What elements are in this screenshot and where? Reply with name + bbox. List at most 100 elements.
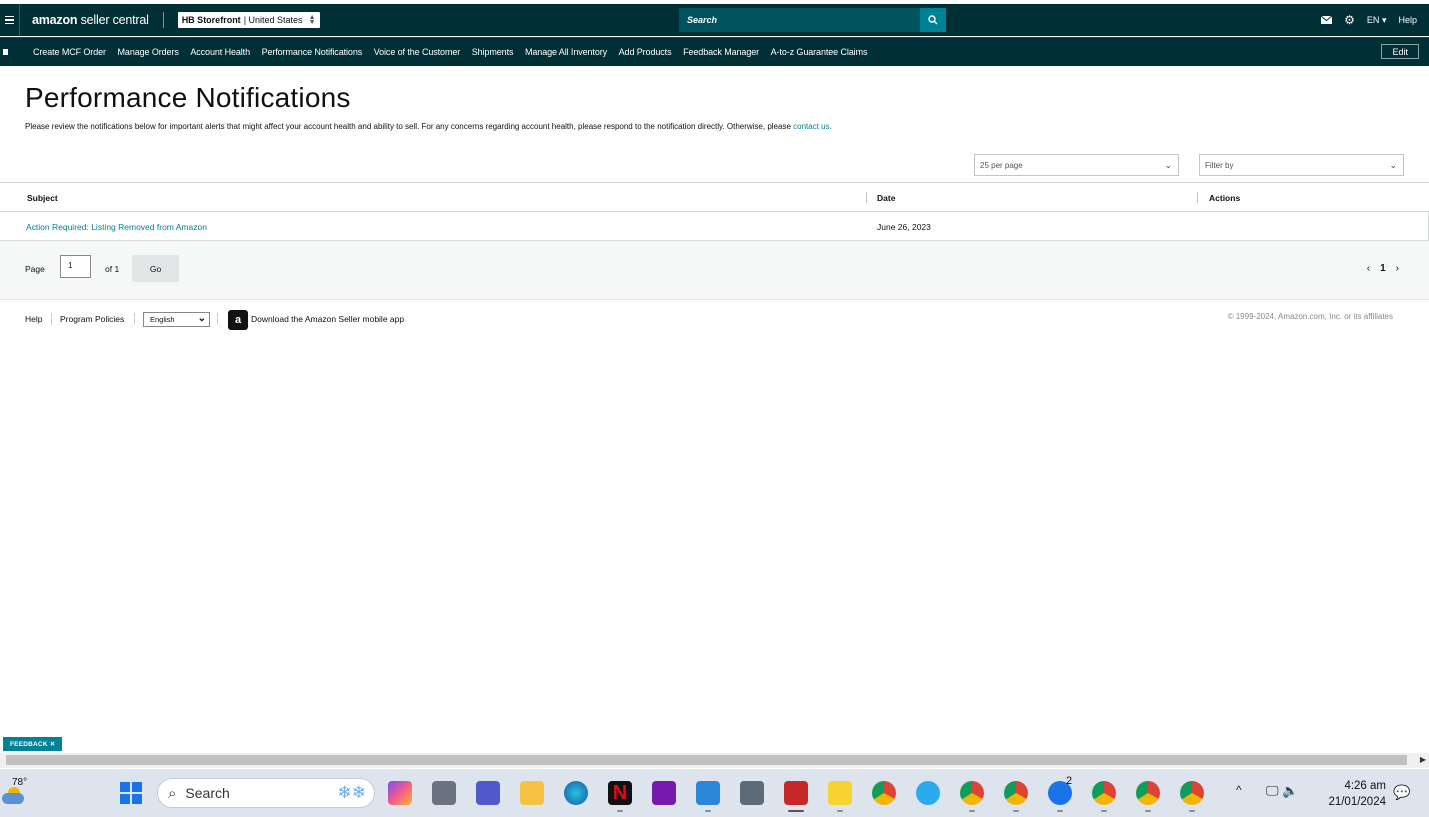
nav-item-manage-orders[interactable]: Manage Orders xyxy=(118,47,179,57)
chrome-profile-icon[interactable] xyxy=(1180,781,1204,805)
header-subject[interactable]: Subject xyxy=(27,193,58,203)
notification-subject-link[interactable]: Action Required: Listing Removed from Am… xyxy=(26,222,207,232)
edge-icon[interactable] xyxy=(564,781,588,805)
nav-item-add-products[interactable]: Add Products xyxy=(619,47,672,57)
teams-icon[interactable] xyxy=(476,781,500,805)
clock-time: 4:26 am xyxy=(1344,780,1386,792)
onenote-icon[interactable] xyxy=(652,781,676,805)
description-text: Please review the notifications below fo… xyxy=(25,122,794,131)
nav-item-voice-of-customer[interactable]: Voice of the Customer xyxy=(374,47,461,57)
table-header: Subject Date Actions xyxy=(0,183,1429,212)
task-view-icon[interactable] xyxy=(432,781,456,805)
network-volume-icon[interactable]: 🖵 🔈 xyxy=(1266,783,1298,799)
help-link[interactable]: Help xyxy=(1398,15,1417,25)
footer-language-select[interactable]: English ⌄ xyxy=(143,312,210,327)
chrome-profile-icon[interactable] xyxy=(1092,781,1116,805)
store-name: HB Storefront xyxy=(181,15,241,25)
header-actions: Actions xyxy=(1209,193,1241,203)
netflix-icon[interactable]: N xyxy=(608,781,632,805)
snowflake-icon: ❄❄ xyxy=(337,783,367,802)
running-indicator xyxy=(1057,810,1063,812)
pagination: Page 1 of 1 Go ‹ 1 › xyxy=(0,241,1429,300)
logo-product: seller central xyxy=(80,13,149,27)
running-indicator xyxy=(1101,810,1107,812)
running-indicator xyxy=(1189,810,1195,812)
copilot-icon[interactable] xyxy=(388,781,412,805)
per-page-select[interactable]: 25 per page ⌄ xyxy=(974,154,1179,176)
top-right-actions: ⚙ EN ▾ Help xyxy=(1321,4,1417,36)
program-policies-link[interactable]: Program Policies xyxy=(60,314,124,324)
column-divider xyxy=(866,192,867,203)
clock-date: 21/01/2024 xyxy=(1328,796,1386,808)
caret-down-icon: ▾ xyxy=(1381,14,1387,25)
nav-item-create-mcf-order[interactable]: Create MCF Order xyxy=(33,47,106,57)
logo-brand: amazon xyxy=(32,13,78,27)
running-indicator xyxy=(617,810,623,812)
windows-start-icon[interactable] xyxy=(120,782,142,804)
footer-help-link[interactable]: Help xyxy=(25,314,42,324)
horizontal-scrollbar[interactable]: ▶ xyxy=(0,753,1429,768)
running-indicator xyxy=(1145,810,1151,812)
weather-widget[interactable]: 78° xyxy=(2,777,28,807)
taskbar: 78° ⌕ Search ❄❄ N 2 ^ 🖵 🔈 4:26 am 21/01/… xyxy=(0,769,1429,817)
gear-icon[interactable]: ⚙ xyxy=(1344,14,1355,26)
go-button[interactable]: Go xyxy=(132,255,179,282)
edit-nav-button[interactable]: Edit xyxy=(1381,44,1419,59)
page-label: Page xyxy=(25,264,45,274)
menu-icon[interactable] xyxy=(0,4,20,36)
nav-item-a-to-z-claims[interactable]: A-to-z Guarantee Claims xyxy=(771,47,868,57)
taskbar-search[interactable]: ⌕ Search ❄❄ xyxy=(157,778,375,808)
notification-center-icon[interactable]: 💬 xyxy=(1393,784,1410,801)
running-indicator xyxy=(837,810,843,812)
nav-item-manage-inventory[interactable]: Manage All Inventory xyxy=(525,47,607,57)
scrollbar-thumb[interactable] xyxy=(6,755,1407,765)
language-selector[interactable]: EN ▾ xyxy=(1367,15,1387,26)
nav-item-shipments[interactable]: Shipments xyxy=(472,47,514,57)
cloud-icon xyxy=(2,793,24,804)
page-number-input[interactable]: 1 xyxy=(60,255,91,278)
feedback-button[interactable]: FEEDBACK ✕ xyxy=(3,737,63,751)
file-explorer-icon[interactable] xyxy=(520,781,544,805)
chevron-up-icon[interactable]: ^ xyxy=(1236,783,1242,797)
bookmark-icon[interactable] xyxy=(3,49,8,55)
sticky-notes-icon[interactable] xyxy=(828,781,852,805)
download-app-link[interactable]: Download the Amazon Seller mobile app xyxy=(251,314,404,324)
chrome-icon[interactable] xyxy=(872,781,896,805)
logo[interactable]: amazon seller central xyxy=(32,13,149,27)
nav-item-feedback-manager[interactable]: Feedback Manager xyxy=(683,47,759,57)
calculator-icon[interactable] xyxy=(740,781,764,805)
notifications-table: Subject Date Actions Action Required: Li… xyxy=(0,182,1429,241)
running-indicator xyxy=(1013,810,1019,812)
next-page-icon[interactable]: › xyxy=(1396,263,1399,274)
telegram-icon[interactable] xyxy=(916,781,940,805)
nav-item-account-health[interactable]: Account Health xyxy=(190,47,250,57)
page-title: Performance Notifications xyxy=(25,82,351,113)
divider xyxy=(217,313,218,325)
pager-nav: ‹ 1 › xyxy=(1367,263,1399,274)
search-input[interactable]: Search xyxy=(679,8,920,32)
seller-app-icon[interactable]: a xyxy=(228,310,248,330)
snipping-tool-icon[interactable] xyxy=(784,781,808,805)
nav-item-performance-notifications[interactable]: Performance Notifications xyxy=(262,47,363,57)
notepad-icon[interactable] xyxy=(696,781,720,805)
contact-us-link[interactable]: contact us. xyxy=(793,122,832,131)
chevron-down-icon: ⌄ xyxy=(197,313,206,324)
chrome-profile-icon[interactable] xyxy=(1004,781,1028,805)
chrome-profile-icon[interactable] xyxy=(960,781,984,805)
running-indicator xyxy=(788,810,804,812)
filter-placeholder: Filter by xyxy=(1205,160,1234,170)
search-button[interactable] xyxy=(920,8,946,32)
notification-badge: 2 xyxy=(1066,775,1073,787)
prev-page-icon[interactable]: ‹ xyxy=(1367,263,1370,274)
system-clock[interactable]: 4:26 am 21/01/2024 xyxy=(1320,778,1386,810)
header-date[interactable]: Date xyxy=(877,193,895,203)
store-selector[interactable]: HB Storefront | United States ▲ ▼ xyxy=(177,12,320,28)
nav-bar: Create MCF Order Manage Orders Account H… xyxy=(0,37,1429,66)
chrome-profile-icon[interactable] xyxy=(1136,781,1160,805)
filter-select[interactable]: Filter by ⌄ xyxy=(1199,154,1404,176)
mail-icon[interactable] xyxy=(1321,16,1333,24)
taskbar-search-label: Search xyxy=(185,785,230,801)
scroll-right-icon[interactable]: ▶ xyxy=(1420,755,1426,764)
chevron-down-icon: ⌄ xyxy=(1389,160,1397,170)
divider xyxy=(134,313,135,325)
